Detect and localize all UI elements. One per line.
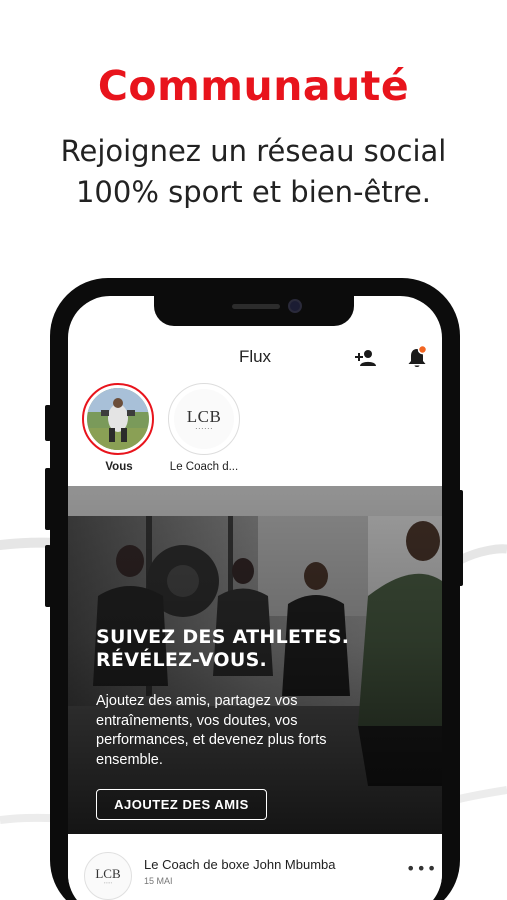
lcb-logo-text: LCB	[186, 406, 222, 426]
story-label: Vous	[105, 461, 133, 473]
story-ring-active	[82, 383, 154, 455]
phone-screen: Flux Vous LCB • • • • • • Le Coach d... …	[68, 296, 442, 900]
hero-subtitle-line-2: 100% sport et bien-être.	[75, 175, 432, 209]
banner-text-line-4: ensemble.	[96, 751, 163, 768]
hero-title: Communauté	[97, 62, 410, 110]
add-user-icon[interactable]	[354, 346, 378, 370]
bell-icon[interactable]	[405, 344, 429, 369]
front-camera	[288, 299, 302, 313]
promo-banner: SUIVEZ DES ATHLETES. RÉVÉLEZ-VOUS. Ajout…	[68, 486, 442, 834]
story-ring: LCB • • • • • •	[168, 383, 240, 455]
story-coach[interactable]: LCB • • • • • • Le Coach d...	[164, 383, 244, 473]
hero-subtitle-line-1: Rejoignez un réseau social	[60, 134, 447, 168]
lcb-logo-sub: • • • • • •	[195, 425, 213, 431]
post-header: LCB • • • • • Le Coach de boxe John Mbum…	[68, 834, 442, 900]
story-you[interactable]: Vous	[82, 383, 156, 473]
user-avatar	[87, 388, 149, 450]
phone-notch	[154, 296, 354, 326]
notification-dot	[417, 344, 428, 355]
phone-side-button	[45, 545, 51, 607]
banner-title-line-2: RÉVÉLEZ-VOUS.	[96, 649, 268, 671]
banner-text-line-3: performances, et devenez plus forts	[96, 732, 327, 748]
story-label: Le Coach d...	[169, 461, 239, 473]
post-author-name[interactable]: Le Coach de boxe John Mbumba	[144, 857, 336, 872]
post-author-avatar[interactable]: LCB • • • • •	[84, 852, 132, 900]
banner-text-line-2: entraînements, vos doutes, vos	[96, 712, 298, 729]
banner-title-line-1: SUIVEZ DES ATHLETES.	[96, 626, 350, 648]
phone-power-button	[458, 490, 463, 586]
phone-side-button	[45, 468, 51, 530]
more-options-icon[interactable]: •••	[406, 861, 436, 877]
banner-text-line-1: Ajoutez des amis, partagez vos	[96, 693, 298, 709]
lcb-logo-sub: • • • • •	[103, 881, 113, 885]
speaker-grille	[232, 304, 280, 309]
lcb-logo: LCB • • • • • •	[174, 389, 234, 449]
header-title: Flux	[238, 347, 272, 366]
lcb-logo-text: LCB	[95, 866, 121, 881]
post-date: 15 MAI	[144, 876, 173, 886]
phone-side-button	[45, 405, 51, 441]
add-friends-button[interactable]: AJOUTEZ DES AMIS	[96, 789, 267, 820]
